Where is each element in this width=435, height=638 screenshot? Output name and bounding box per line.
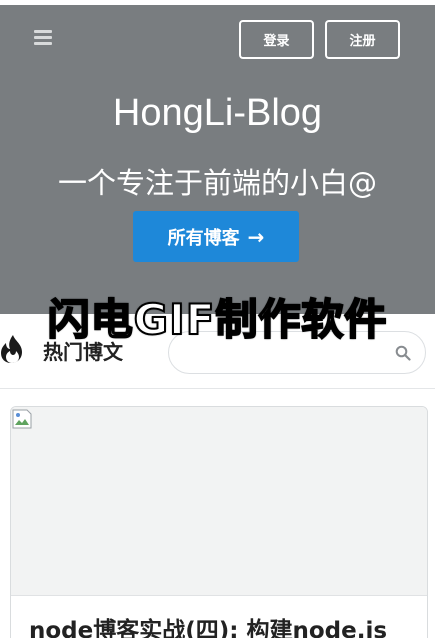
all-blogs-label: 所有博客 — [167, 227, 240, 249]
arrow-right-icon: → — [247, 224, 265, 249]
post-cover-image[interactable] — [11, 407, 427, 596]
all-blogs-button[interactable]: 所有博客 → — [133, 211, 299, 262]
hero-banner: 登录 注册 HongLi-Blog 一个专注于前端的小白@ 所有博客 → — [0, 5, 435, 314]
hamburger-menu-icon[interactable] — [34, 29, 52, 45]
site-title: HongLi-Blog — [112, 92, 323, 134]
post-title[interactable]: node博客实战(四): 构建node.js — [29, 611, 387, 638]
register-button[interactable]: 注册 — [325, 20, 400, 59]
broken-image-icon — [12, 409, 32, 429]
post-card[interactable]: node博客实战(四): 构建node.js — [10, 406, 428, 638]
login-button[interactable]: 登录 — [239, 20, 314, 59]
site-subtitle: 一个专注于前端的小白@ — [57, 166, 377, 200]
watermark-overlay: 闪电GIF制作软件 — [47, 294, 388, 345]
search-icon[interactable] — [395, 345, 411, 361]
